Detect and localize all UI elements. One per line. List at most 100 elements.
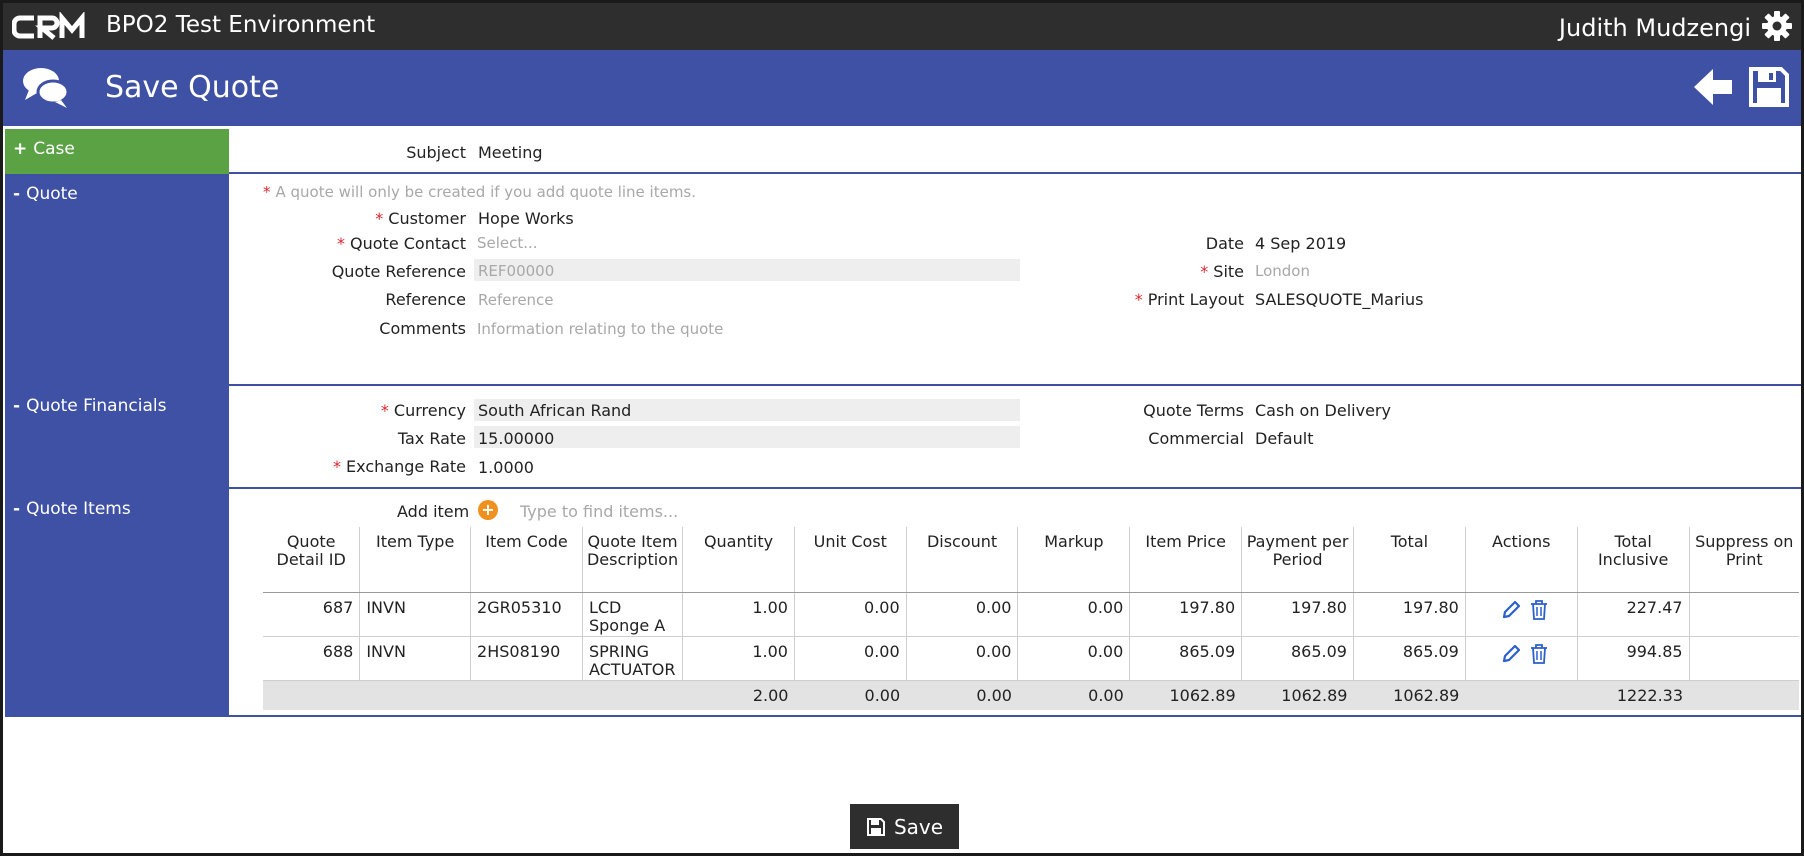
column-header[interactable]: Payment per Period (1241, 527, 1354, 593)
cell-unit-cost: 0.00 (794, 636, 907, 681)
reference-input[interactable]: Reference (478, 291, 554, 309)
column-header[interactable]: Item Price (1129, 527, 1243, 593)
column-header[interactable]: Quantity (682, 527, 795, 593)
cell-item-code: 2GR05310 (470, 592, 583, 637)
column-header[interactable]: Total (1353, 527, 1466, 593)
case-section-toggle[interactable]: + Case (5, 129, 229, 174)
cell-markup: 0.00 (1017, 636, 1131, 681)
total-markup: 0.00 (1017, 680, 1130, 710)
column-header[interactable]: Unit Cost (794, 527, 907, 593)
pencil-icon[interactable] (1500, 643, 1522, 665)
cell-item-price: 197.80 (1129, 592, 1243, 637)
cell-detail-id: 687 (263, 592, 361, 637)
site-select[interactable]: London (1255, 262, 1310, 280)
cell-payment-per-period: 865.09 (1241, 636, 1354, 681)
quote-terms-label: Quote Terms (1143, 401, 1244, 420)
crm-logo[interactable] (12, 12, 92, 42)
print-layout-label: * Print Layout (1134, 290, 1244, 309)
column-header[interactable]: Total Inclusive (1577, 527, 1690, 593)
cell-actions (1465, 592, 1578, 637)
arrow-left-icon[interactable] (1691, 66, 1735, 108)
quote-reference-label: Quote Reference (331, 262, 466, 281)
total-total-inclusive: 1222.33 (1577, 680, 1690, 710)
quote-reference-field[interactable] (474, 259, 1020, 281)
cell-description: SPRING ACTUATOR (582, 636, 684, 681)
currency-value: South African Rand (478, 401, 632, 420)
cell-detail-id: 688 (263, 636, 361, 681)
totals-empty-cell (1689, 680, 1799, 710)
exchange-rate-value[interactable]: 1.0000 (478, 458, 534, 477)
date-value[interactable]: 4 Sep 2019 (1255, 234, 1346, 253)
save-button-label: Save (893, 814, 944, 839)
required-marker: * (375, 209, 384, 228)
cell-unit-cost: 0.00 (794, 592, 907, 637)
cell-suppress-on-print[interactable] (1689, 592, 1799, 637)
collapse-sign: - (13, 396, 21, 416)
print-layout-value[interactable]: SALESQUOTE_Marius (1255, 290, 1423, 309)
cell-quantity: 1.00 (682, 636, 795, 681)
collapse-sign: - (13, 499, 21, 519)
user-name[interactable]: Judith Mudzengi (1559, 14, 1751, 42)
totals-empty-cell (470, 680, 583, 710)
add-item-label: Add item (397, 502, 470, 521)
cell-suppress-on-print[interactable] (1689, 636, 1799, 681)
trash-icon[interactable] (1528, 643, 1550, 665)
currency-label: * Currency (380, 401, 466, 420)
column-header[interactable]: Discount (906, 527, 1019, 593)
quote-financials-toggle[interactable]: - Quote Financials (5, 386, 229, 489)
cell-total: 865.09 (1353, 636, 1466, 681)
customer-value[interactable]: Hope Works (478, 209, 574, 228)
case-section: + Case (5, 129, 1801, 174)
cell-description: LCD Sponge A (582, 592, 684, 637)
cell-total: 197.80 (1353, 592, 1466, 637)
commercial-label: Commercial (1148, 429, 1244, 448)
column-header[interactable]: Item Type (359, 527, 472, 593)
cell-discount: 0.00 (906, 636, 1019, 681)
site-label: * Site (1200, 262, 1244, 281)
cell-payment-per-period: 197.80 (1241, 592, 1354, 637)
table-header-row: Quote Detail ID Item Type Item Code Quot… (263, 527, 1799, 593)
customer-label: * Customer (375, 209, 466, 228)
column-header[interactable]: Quote Detail ID (263, 527, 361, 593)
quote-contact-select[interactable]: Select... (477, 234, 538, 252)
column-header[interactable]: Item Code (470, 527, 583, 593)
cell-markup: 0.00 (1017, 592, 1131, 637)
add-item-search-input[interactable] (520, 500, 820, 522)
tax-rate-field[interactable] (474, 426, 1020, 448)
totals-empty-cell (263, 680, 360, 710)
quote-section-toggle[interactable]: - Quote (5, 174, 229, 386)
quote-items-toggle[interactable]: - Quote Items (5, 489, 229, 717)
table-row[interactable]: 687 INVN 2GR05310 LCD Sponge A 1.00 0.00… (263, 592, 1799, 637)
quote-items-table: Quote Detail ID Item Type Item Code Quot… (263, 527, 1799, 710)
floppy-disk-icon (866, 817, 885, 836)
tax-rate-value: 15.00000 (478, 429, 555, 448)
quote-terms-value[interactable]: Cash on Delivery (1255, 401, 1391, 420)
commercial-value[interactable]: Default (1255, 429, 1313, 448)
totals-empty-cell (359, 680, 471, 710)
pencil-icon[interactable] (1500, 599, 1522, 621)
column-header[interactable]: Markup (1017, 527, 1131, 593)
trash-icon[interactable] (1528, 599, 1550, 621)
plus-circle-icon[interactable]: + (478, 500, 498, 520)
save-button[interactable]: Save (850, 804, 959, 849)
cell-actions (1465, 636, 1578, 681)
total-discount: 0.00 (906, 680, 1018, 710)
totals-empty-cell (1465, 680, 1578, 710)
title-bar: Save Quote (3, 50, 1801, 126)
comments-input[interactable]: Information relating to the quote (477, 320, 723, 338)
cell-item-type: INVN (359, 592, 472, 637)
cell-quantity: 1.00 (682, 592, 795, 637)
column-header[interactable]: Quote Item Description (582, 527, 684, 593)
reference-label: Reference (385, 290, 466, 309)
column-header[interactable]: Suppress on Print (1689, 527, 1799, 593)
cell-item-code: 2HS08190 (470, 636, 583, 681)
cell-total-inclusive: 994.85 (1577, 636, 1690, 681)
app-title: BPO2 Test Environment (106, 12, 376, 38)
gear-icon[interactable] (1761, 10, 1793, 42)
required-marker: * (337, 234, 346, 253)
case-section-label: Case (33, 139, 75, 159)
table-row[interactable]: 688 INVN 2HS08190 SPRING ACTUATOR 1.00 0… (263, 636, 1799, 681)
quote-note: * A quote will only be created if you add… (263, 183, 696, 201)
required-marker: * (333, 457, 342, 476)
floppy-disk-icon[interactable] (1747, 65, 1791, 109)
